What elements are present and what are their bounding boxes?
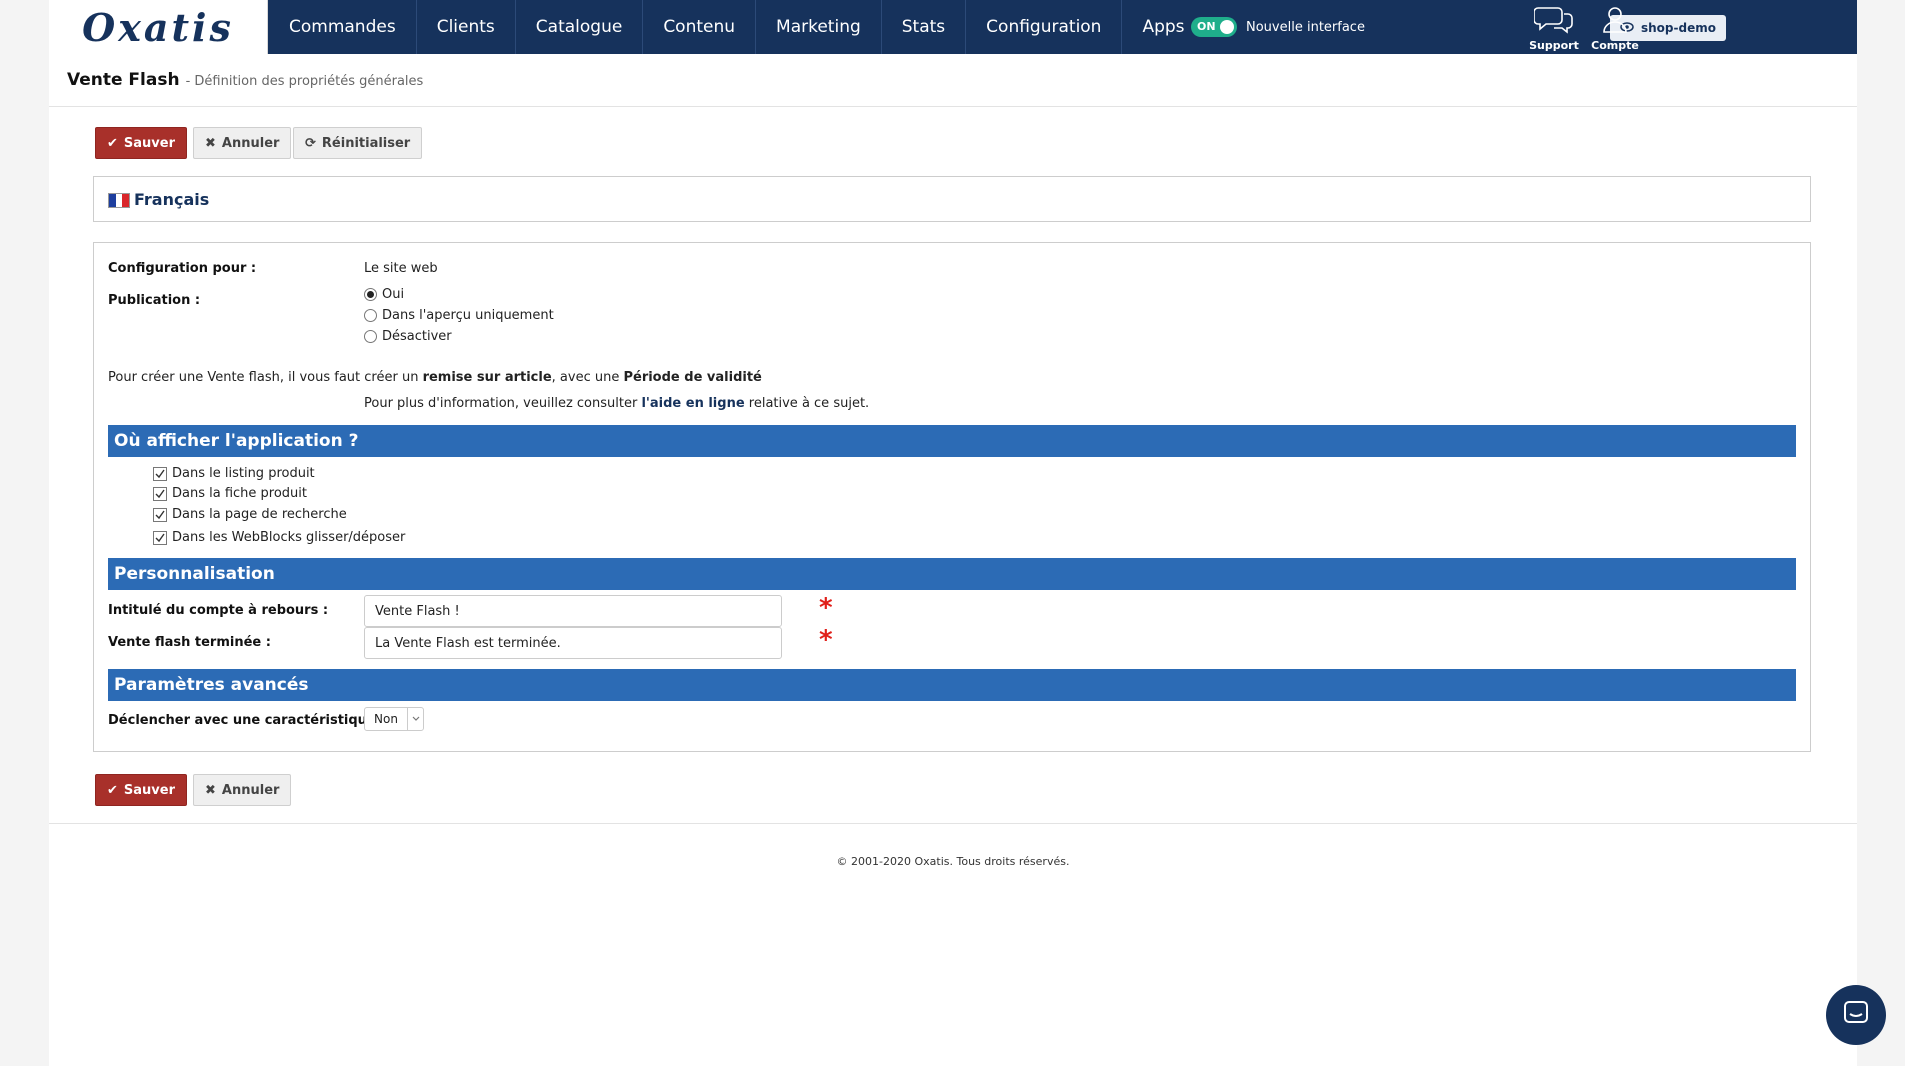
checkbox-checked[interactable] [153, 530, 167, 545]
radio-button[interactable] [364, 288, 377, 301]
chat-icon [1842, 999, 1870, 1031]
info1-middle: , avec une [551, 370, 624, 385]
chevron-down-icon [407, 708, 423, 730]
check-icon: ✔ [107, 782, 118, 798]
toggle-knob [1220, 20, 1234, 34]
cancel-button-bottom[interactable]: ✖ Annuler [193, 774, 292, 806]
support-button[interactable]: Support [1525, 0, 1583, 54]
form-panel: Configuration pour : Le site web Publica… [93, 242, 1811, 752]
logo-text: Oxatis [82, 4, 234, 50]
page-subtitle: - Définition des propriétés générales [185, 74, 424, 89]
info2-suffix: relative à ce sujet. [744, 396, 870, 411]
section-where-display: Où afficher l'application ? [108, 425, 1796, 457]
required-asterisk: * [819, 593, 833, 623]
trigger-select-value: Non [374, 712, 398, 726]
trigger-select[interactable]: Non [364, 707, 424, 731]
copyright-text: © 2001-2020 Oxatis. Tous droits réservés… [836, 855, 1070, 868]
footer-divider [49, 823, 1857, 824]
publication-option-disable[interactable]: Désactiver [364, 329, 452, 344]
top-navigation-bar: Oxatis Commandes Clients Catalogue Conte… [49, 0, 1857, 54]
checkbox-label: Dans la fiche produit [172, 486, 308, 501]
refresh-icon: ⟳ [305, 135, 316, 151]
cancel-label: Annuler [221, 782, 280, 798]
info1-prefix: Pour créer une Vente flash, il vous faut… [108, 370, 423, 385]
section-personalisation: Personnalisation [108, 558, 1796, 590]
where-option-listing[interactable]: Dans le listing produit [153, 466, 315, 481]
page: Oxatis Commandes Clients Catalogue Conte… [49, 0, 1857, 1066]
publication-label: Publication : [108, 293, 201, 308]
toggle-state-label: ON [1197, 20, 1216, 33]
where-option-search-page[interactable]: Dans la page de recherche [153, 507, 347, 522]
section-advanced: Paramètres avancés [108, 669, 1796, 701]
main-menu: Commandes Clients Catalogue Contenu Mark… [269, 0, 1205, 54]
checkbox-checked[interactable] [153, 507, 167, 522]
save-button-bottom[interactable]: ✔ Sauver [95, 774, 187, 806]
new-interface-label: Nouvelle interface [1246, 19, 1365, 35]
chat-launcher-button[interactable] [1826, 985, 1886, 1045]
checkbox-label: Dans la page de recherche [172, 507, 347, 522]
where-option-webblocks[interactable]: Dans les WebBlocks glisser/déposer [153, 530, 405, 545]
close-icon: ✖ [205, 135, 216, 151]
reset-label: Réinitialiser [321, 135, 411, 151]
info-text-1: Pour créer une Vente flash, il vous faut… [108, 370, 762, 385]
required-asterisk: * [819, 625, 833, 655]
shop-name: shop-demo [1641, 21, 1716, 35]
online-help-link[interactable]: l'aide en ligne [641, 396, 744, 411]
nav-item-configuration[interactable]: Configuration [966, 0, 1123, 54]
save-label: Sauver [123, 782, 175, 798]
cancel-label: Annuler [221, 135, 280, 151]
nav-item-commandes[interactable]: Commandes [269, 0, 417, 54]
radio-label: Oui [382, 287, 405, 302]
user-icon [1600, 4, 1630, 39]
header-divider [49, 106, 1857, 107]
where-option-product-page[interactable]: Dans la fiche produit [153, 486, 307, 501]
info-text-2: Pour plus d'information, veuillez consul… [364, 396, 869, 411]
radio-button[interactable] [364, 309, 377, 322]
oxatis-logo[interactable]: Oxatis [49, 0, 268, 54]
sale-ended-input[interactable]: La Vente Flash est terminée. [364, 627, 782, 659]
close-icon: ✖ [205, 782, 216, 798]
chat-bubbles-icon [1533, 4, 1574, 39]
publication-option-preview[interactable]: Dans l'aperçu uniquement [364, 308, 554, 323]
save-button-top[interactable]: ✔ Sauver [95, 127, 187, 159]
account-button[interactable]: Compte [1586, 0, 1644, 54]
countdown-title-input[interactable]: Vente Flash ! [364, 595, 782, 627]
new-interface-toggle[interactable]: ON [1191, 17, 1237, 37]
page-title: Vente Flash [67, 70, 180, 90]
check-icon: ✔ [107, 135, 118, 151]
nav-item-clients[interactable]: Clients [417, 0, 516, 54]
cancel-button-top[interactable]: ✖ Annuler [193, 127, 292, 159]
reset-button[interactable]: ⟳ Réinitialiser [293, 127, 423, 159]
nav-item-marketing[interactable]: Marketing [756, 0, 882, 54]
ended-label: Vente flash terminée : [108, 635, 271, 650]
config-label: Configuration pour : [108, 261, 257, 276]
publication-option-oui[interactable]: Oui [364, 287, 404, 302]
config-value: Le site web [364, 261, 438, 276]
checkbox-checked[interactable] [153, 466, 167, 481]
info2-prefix: Pour plus d'information, veuillez consul… [364, 396, 642, 411]
radio-button[interactable] [364, 330, 377, 343]
info1-bold-discount: remise sur article [422, 370, 552, 385]
radio-label: Dans l'aperçu uniquement [382, 308, 554, 323]
countdown-label: Intitulé du compte à rebours : [108, 603, 329, 618]
radio-label: Désactiver [382, 329, 452, 344]
checkbox-label: Dans les WebBlocks glisser/déposer [172, 530, 406, 545]
nav-item-stats[interactable]: Stats [882, 0, 967, 54]
checkbox-label: Dans le listing produit [172, 466, 315, 481]
trigger-label: Déclencher avec une caractéristique : [108, 713, 386, 728]
page-header: Vente Flash - Définition des propriétés … [67, 70, 423, 90]
support-label: Support [1529, 39, 1579, 52]
language-box: Français [93, 176, 1811, 222]
nav-item-catalogue[interactable]: Catalogue [516, 0, 644, 54]
language-label[interactable]: Français [134, 190, 209, 209]
nav-item-contenu[interactable]: Contenu [643, 0, 757, 54]
new-interface-toggle-group: ON Nouvelle interface [1191, 17, 1365, 37]
info1-bold-period: Période de validité [623, 370, 762, 385]
french-flag-icon [108, 193, 130, 208]
save-label: Sauver [123, 135, 175, 151]
account-label: Compte [1591, 39, 1639, 52]
checkbox-checked[interactable] [153, 486, 167, 501]
